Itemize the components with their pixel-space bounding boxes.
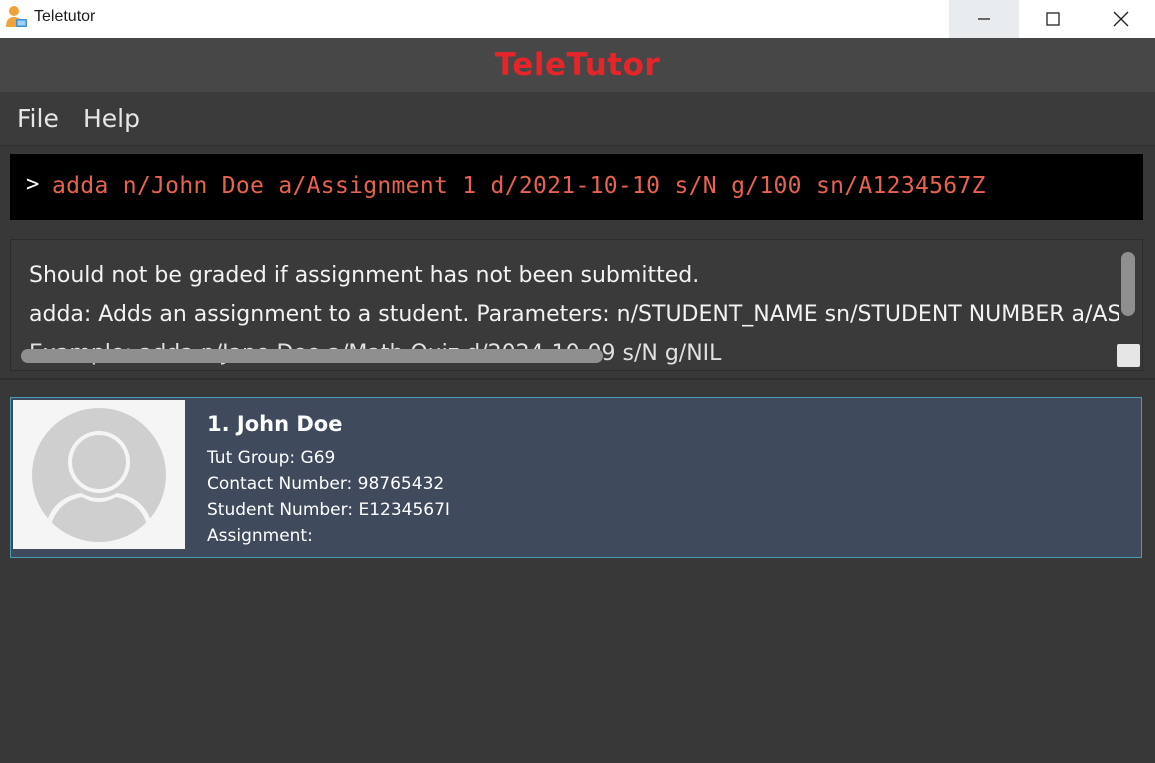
student-list: 1. John Doe Tut Group: G69 Contact Numbe… [0, 382, 1155, 763]
minimize-icon [978, 18, 990, 20]
horizontal-scrollbar[interactable] [21, 349, 603, 363]
command-box-container: > adda n/John Doe a/Assignment 1 d/2021-… [0, 147, 1155, 232]
avatar [13, 400, 185, 549]
maximize-icon [1046, 12, 1060, 26]
app-header: TeleTutor [0, 38, 1155, 92]
student-assignment: Assignment: [207, 526, 313, 546]
student-contact: Contact Number: 98765432 [207, 474, 445, 494]
command-text[interactable]: adda n/John Doe a/Assignment 1 d/2021-10… [52, 173, 986, 199]
menu-bar: File Help [0, 92, 1155, 146]
menu-help[interactable]: Help [83, 104, 140, 133]
result-line: Should not be graded if assignment has n… [29, 263, 700, 288]
student-tut-group: Tut Group: G69 [207, 448, 336, 468]
student-number: Student Number: E1234567I [207, 500, 450, 520]
scroll-corner [1117, 344, 1140, 367]
result-line: adda: Adds an assignment to a student. P… [29, 302, 1119, 327]
user-placeholder-icon [32, 408, 166, 542]
command-input[interactable]: > adda n/John Doe a/Assignment 1 d/2021-… [10, 154, 1143, 220]
close-icon [1113, 11, 1129, 27]
student-card[interactable]: 1. John Doe Tut Group: G69 Contact Numbe… [10, 397, 1142, 558]
close-button[interactable] [1087, 0, 1155, 38]
result-display-container: Should not be graded if assignment has n… [0, 232, 1155, 380]
menu-file[interactable]: File [17, 104, 59, 133]
command-prompt-icon: > [26, 172, 40, 197]
reading-person-icon [4, 5, 28, 29]
result-display[interactable]: Should not be graded if assignment has n… [10, 239, 1143, 371]
window-title: Teletutor [34, 8, 96, 25]
window-titlebar: Teletutor [0, 0, 1155, 38]
minimize-button[interactable] [949, 0, 1019, 38]
app-title: TeleTutor [494, 47, 661, 83]
maximize-button[interactable] [1018, 0, 1088, 38]
vertical-scrollbar[interactable] [1121, 252, 1135, 316]
student-name: 1. John Doe [207, 412, 343, 436]
